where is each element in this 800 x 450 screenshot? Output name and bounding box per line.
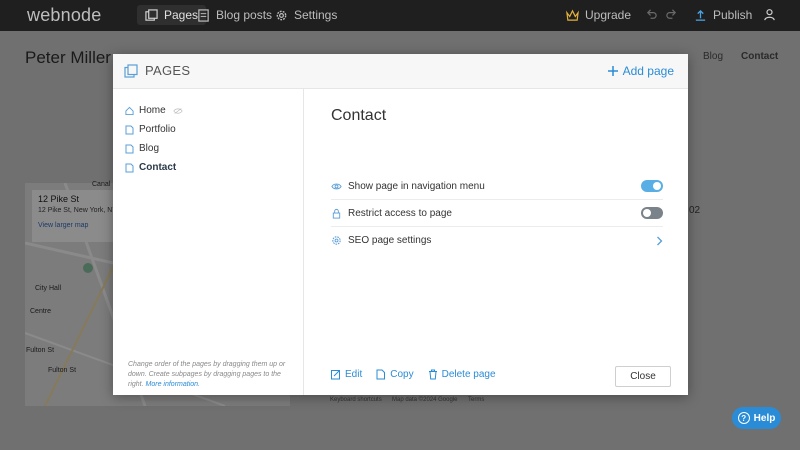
upgrade-button[interactable]: Upgrade	[566, 8, 631, 22]
upload-icon	[695, 9, 706, 21]
reorder-hint: Change order of the pages by dragging th…	[128, 360, 298, 390]
nav-blog-posts-label: Blog posts	[216, 8, 273, 22]
site-nav-blog: Blog	[703, 51, 724, 62]
more-information-link[interactable]: More information.	[146, 381, 200, 388]
upgrade-label: Upgrade	[585, 8, 632, 22]
page-icon	[125, 125, 134, 134]
pages-icon	[124, 63, 138, 78]
map-label-city-hall: City Hall	[35, 285, 62, 292]
site-title: Peter Miller	[25, 48, 111, 67]
close-button[interactable]: Close	[615, 366, 671, 387]
lock-icon	[332, 208, 341, 219]
page-item-label: Blog	[139, 143, 160, 154]
document-icon	[198, 8, 209, 22]
help-button[interactable]: ? Help	[732, 407, 781, 429]
page-settings-panel: Contact Show page in navigation menu Res…	[305, 89, 688, 395]
publish-label: Publish	[713, 8, 753, 22]
redo-button[interactable]	[665, 8, 678, 21]
edit-label: Edit	[345, 369, 363, 380]
map-label-canal: Canal	[92, 181, 111, 188]
setting-show-in-navigation: Show page in navigation menu	[331, 173, 663, 200]
account-button[interactable]	[763, 8, 776, 21]
page-item-contact[interactable]: Contact	[125, 158, 183, 177]
publish-button[interactable]: Publish	[694, 8, 752, 22]
map-label-fulton-2: Fulton St	[48, 367, 77, 374]
page-item-blog[interactable]: Blog	[125, 139, 183, 158]
nav-blog-posts[interactable]: Blog posts	[197, 8, 272, 22]
eye-icon	[331, 183, 342, 189]
hidden-eye-icon	[173, 107, 183, 114]
plus-icon	[607, 66, 618, 76]
home-icon	[125, 106, 134, 115]
edit-button[interactable]: Edit	[331, 369, 362, 380]
trash-icon	[428, 369, 437, 380]
setting-seo[interactable]: SEO page settings	[331, 227, 663, 254]
redo-icon	[666, 9, 677, 19]
modal-title-text: PAGES	[145, 63, 191, 78]
chevron-right-icon[interactable]	[656, 236, 663, 246]
setting-label: Restrict access to page	[348, 207, 452, 219]
page-icon	[125, 144, 134, 153]
question-icon: ?	[737, 412, 750, 424]
copy-label: Copy	[390, 369, 414, 380]
modal-header: PAGES Add page	[113, 54, 688, 89]
undo-button[interactable]	[645, 8, 658, 21]
webnode-logo[interactable]: webnode	[27, 5, 101, 26]
page-item-portfolio[interactable]: Portfolio	[125, 120, 183, 139]
map-footer-data: Map data ©2024 Google	[392, 397, 458, 403]
map-label-fulton-1: Fulton St	[26, 347, 55, 354]
page-list: Home Portfolio Blog Contact	[125, 101, 183, 177]
delete-page-label: Delete page	[441, 369, 496, 380]
nav-pages-label: Pages	[164, 8, 199, 22]
edit-icon	[331, 370, 340, 380]
copy-button[interactable]: Copy	[376, 369, 414, 380]
undo-icon	[646, 9, 657, 19]
show-in-navigation-toggle[interactable]	[641, 180, 663, 192]
site-nav-contact: Contact	[741, 51, 779, 62]
map-pin-icon	[83, 263, 93, 273]
map-footer-shortcuts: Keyboard shortcuts	[330, 397, 382, 403]
page-item-label: Contact	[139, 162, 177, 173]
add-page-label: Add page	[622, 64, 674, 78]
page-item-label: Home	[139, 105, 166, 116]
nav-pages[interactable]: Pages	[137, 5, 207, 25]
setting-label: SEO page settings	[348, 235, 432, 246]
crown-icon	[566, 9, 579, 21]
setting-restrict-access: Restrict access to page	[331, 200, 663, 227]
page-item-home[interactable]: Home	[125, 101, 183, 120]
background-text-fragment: 02	[689, 205, 701, 216]
map-label-centre: Centre	[30, 308, 52, 315]
pages-icon	[145, 8, 158, 21]
gear-icon	[332, 236, 341, 245]
top-bar: webnode Pages Blog posts Settings Upgrad…	[0, 0, 800, 31]
copy-icon	[376, 369, 386, 380]
map-footer-terms: Terms	[468, 397, 485, 403]
modal-title: PAGES	[124, 63, 190, 78]
nav-settings-label: Settings	[294, 8, 338, 22]
user-icon	[764, 9, 775, 21]
page-icon	[125, 163, 134, 172]
help-label: Help	[753, 412, 776, 424]
page-list-sidebar: Home Portfolio Blog Contact Change order…	[113, 89, 304, 395]
delete-page-button[interactable]: Delete page	[428, 369, 496, 380]
page-item-label: Portfolio	[139, 124, 176, 135]
setting-label: Show page in navigation menu	[348, 180, 485, 192]
nav-settings[interactable]: Settings	[275, 8, 337, 22]
gear-icon	[276, 10, 287, 20]
page-actions: Edit Copy Delete page	[331, 369, 496, 380]
page-settings-title: Contact	[331, 107, 387, 124]
pages-modal: PAGES Add page Home Portfolio Blog Conta…	[113, 54, 688, 395]
restrict-access-toggle[interactable]	[641, 207, 663, 219]
add-page-button[interactable]: Add page	[607, 64, 674, 78]
